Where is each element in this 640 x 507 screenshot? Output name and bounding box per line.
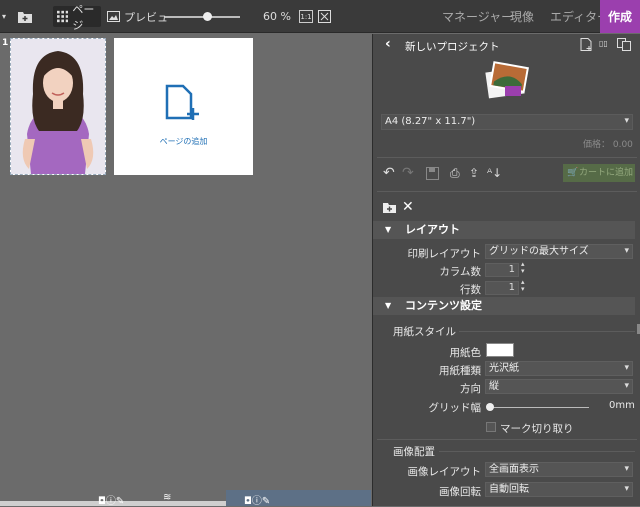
duplicate-icon[interactable] bbox=[617, 38, 631, 54]
paper-color-swatch[interactable] bbox=[486, 343, 514, 357]
divider bbox=[439, 451, 635, 452]
mode-create[interactable]: 作成 bbox=[600, 0, 640, 33]
paper-size-select[interactable]: A4 (8.27" x 11.7") ▾ bbox=[381, 114, 633, 130]
grid-width-slider[interactable] bbox=[489, 407, 589, 408]
print-layout-label: 印刷レイアウト bbox=[407, 248, 482, 260]
collapse-triangle-icon: ▼ bbox=[385, 225, 392, 234]
rows-stepper[interactable]: ▴ ▾ bbox=[521, 279, 525, 293]
page-view-label: ページ bbox=[72, 2, 95, 32]
add-page-button[interactable]: ページの追加 bbox=[114, 38, 253, 175]
grid-width-label: グリッド幅 bbox=[428, 402, 482, 414]
paper-color-label: 用紙色 bbox=[449, 347, 482, 359]
redo-icon: ↷ bbox=[402, 165, 414, 181]
text-direction-icon[interactable]: ᴬ↓ bbox=[487, 166, 502, 180]
share-icon[interactable]: ⇪ bbox=[469, 166, 479, 180]
image-rotation-label: 画像回転 bbox=[439, 486, 481, 498]
grid-icon bbox=[57, 10, 69, 23]
new-page-icon[interactable] bbox=[580, 38, 593, 54]
mode-manager[interactable]: マネージャー bbox=[442, 0, 513, 33]
add-page-label: ページの追加 bbox=[159, 137, 208, 146]
dropdown-arrow-icon[interactable]: ▾ bbox=[2, 0, 6, 33]
size-icon[interactable]: ▯▯ bbox=[599, 39, 608, 48]
top-toolbar: ▾ ページ プレビュー 60 % 1:1 マネージャー 現像 エディター 作成 bbox=[0, 0, 640, 33]
page-view-button[interactable]: ページ bbox=[53, 3, 101, 32]
grid-width-value: 0mm bbox=[609, 400, 635, 411]
page-number: 1 bbox=[2, 38, 9, 48]
content-section-header[interactable]: ▼ コンテンツ設定 bbox=[373, 297, 635, 315]
collapse-triangle-icon: ▼ bbox=[385, 301, 392, 310]
add-page-icon bbox=[165, 84, 199, 120]
rows-label: 行数 bbox=[460, 284, 481, 296]
thumbnail-info-icons-2: ◘ⓘ✎ bbox=[244, 496, 271, 507]
paper-type-select[interactable]: 光沢紙 ▾ bbox=[485, 361, 633, 376]
print-icon[interactable]: ⎙ bbox=[450, 166, 460, 181]
portrait-photo bbox=[11, 39, 105, 174]
divider bbox=[459, 331, 635, 332]
crop-marks-label: マーク切り取り bbox=[500, 423, 574, 435]
page-canvas: 1 ページの追加 ◘ⓘ✎ ≋ ◘ⓘ✎ bbox=[0, 34, 371, 507]
project-title: 新しいプロジェクト bbox=[405, 41, 500, 53]
columns-label: カラム数 bbox=[439, 266, 481, 278]
undo-icon[interactable]: ↶ bbox=[383, 165, 395, 181]
image-layout-label: 画像レイアウト bbox=[407, 466, 482, 478]
cart-icon: 🛒 bbox=[567, 168, 579, 178]
divider bbox=[377, 157, 637, 158]
fit-screen-icon[interactable] bbox=[318, 0, 331, 33]
add-folder-icon[interactable] bbox=[383, 202, 396, 216]
add-folder-icon[interactable] bbox=[18, 0, 32, 33]
zoom-level: 60 % bbox=[263, 10, 291, 23]
rows-input[interactable]: 1 bbox=[485, 281, 519, 295]
stack-icon: ≋ bbox=[163, 492, 172, 503]
settings-panel: ‹ 新しいプロジェクト ▯▯ A4 (8.27" x 11.7") ▾ 価格： 0… bbox=[372, 34, 640, 506]
columns-input[interactable]: 1 bbox=[485, 263, 519, 277]
image-placement-heading: 画像配置 bbox=[393, 446, 435, 458]
page-thumbnail[interactable] bbox=[10, 38, 106, 175]
save-icon bbox=[426, 167, 440, 183]
orientation-select[interactable]: 縦 ▾ bbox=[485, 379, 633, 394]
back-arrow-icon[interactable]: ‹ bbox=[385, 36, 391, 52]
print-preview-graphic bbox=[485, 61, 529, 99]
crop-marks-checkbox[interactable] bbox=[486, 422, 496, 432]
zoom-slider-handle[interactable] bbox=[203, 12, 212, 21]
mode-develop[interactable]: 現像 bbox=[510, 0, 534, 33]
thumbnail-info-icons: ◘ⓘ✎ bbox=[98, 496, 125, 507]
divider bbox=[377, 439, 637, 440]
actual-size-button[interactable]: 1:1 bbox=[299, 10, 313, 23]
layout-section-header[interactable]: ▼ レイアウト bbox=[373, 221, 635, 239]
image-rotation-select[interactable]: 自動回転 ▾ bbox=[485, 482, 633, 497]
image-icon bbox=[107, 11, 120, 22]
image-layout-select[interactable]: 全画面表示 ▾ bbox=[485, 462, 633, 477]
orientation-label: 方向 bbox=[460, 383, 481, 395]
price-label: 価格： 0.00 bbox=[583, 140, 633, 150]
paper-style-heading: 用紙スタイル bbox=[393, 326, 456, 338]
print-layout-select[interactable]: グリッドの最大サイズ ▾ bbox=[485, 244, 633, 259]
paper-type-label: 用紙種類 bbox=[439, 365, 481, 377]
divider bbox=[377, 191, 637, 192]
close-icon[interactable]: ✕ bbox=[402, 199, 414, 215]
columns-stepper[interactable]: ▴ ▾ bbox=[521, 261, 525, 275]
add-to-cart-button[interactable]: 🛒 カートに追加 bbox=[563, 164, 635, 182]
grid-width-slider-handle[interactable] bbox=[486, 403, 494, 411]
